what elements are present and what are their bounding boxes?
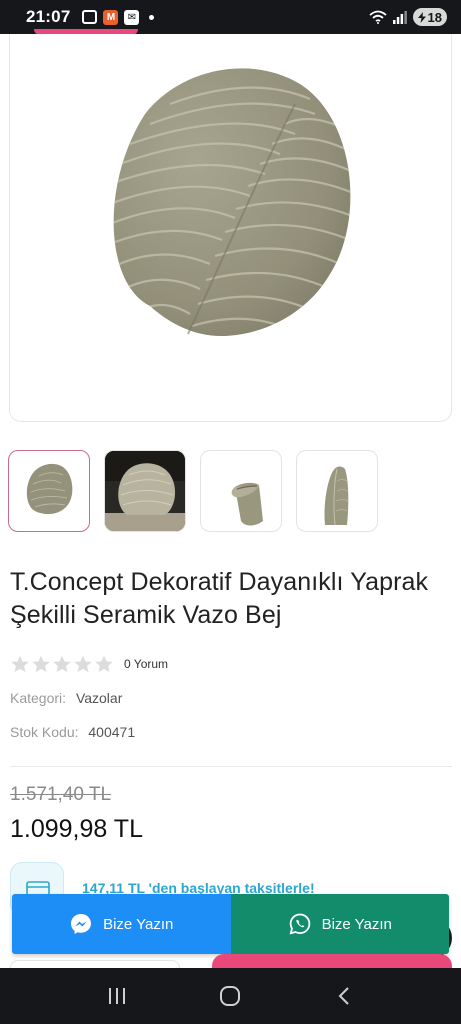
- messenger-chat-button[interactable]: Bize Yazın: [12, 894, 231, 954]
- review-count-link[interactable]: 0 Yorum: [124, 657, 168, 671]
- chat-bar: Bize Yazın Bize Yazın: [12, 894, 449, 954]
- home-button[interactable]: [210, 976, 250, 1016]
- battery-level: 18: [427, 9, 442, 25]
- back-icon: [338, 987, 349, 1005]
- recent-apps-button[interactable]: [97, 976, 137, 1016]
- category-label: Kategori: [10, 690, 63, 706]
- vase-image: [113, 68, 351, 337]
- add-to-cart-button[interactable]: [212, 954, 452, 968]
- recent-apps-icon: [108, 988, 125, 1004]
- message-icon: ✉: [124, 9, 140, 25]
- divider: [10, 766, 452, 767]
- thumbnail-angle-view[interactable]: [296, 450, 378, 532]
- thumbnail-image: [231, 482, 263, 526]
- thumbnail-front-view[interactable]: [8, 450, 90, 532]
- wifi-icon: [368, 10, 387, 24]
- product-main-image[interactable]: [9, 34, 452, 422]
- thumbnail-side-view[interactable]: [200, 450, 282, 532]
- signal-icon: [392, 11, 407, 24]
- old-price: 1.571,40 TL: [10, 784, 112, 805]
- star-icon: [11, 655, 29, 673]
- product-rating: 0 Yorum: [10, 654, 168, 674]
- thumbnail-image: [324, 466, 349, 526]
- screenshot-icon: [82, 10, 98, 24]
- star-icon: [53, 655, 71, 673]
- star-icon: [32, 655, 50, 673]
- installment-text[interactable]: 147,11 TL 'den başlayan taksitlerle!: [82, 880, 342, 894]
- app-m-icon: M: [103, 9, 119, 25]
- current-price: 1.099,98 TL: [10, 815, 143, 843]
- sku-value: 400471: [88, 724, 136, 740]
- whatsapp-icon: [289, 913, 310, 935]
- whatsapp-chat-button[interactable]: Bize Yazın: [230, 894, 449, 954]
- thumbnail-styled-view[interactable]: [104, 450, 186, 532]
- home-icon: [220, 986, 241, 1006]
- product-page: 21:07 M ✉ 18 T.Concept Dekoratif Dayanık…: [0, 0, 461, 1024]
- thumbnail-image: [105, 451, 185, 531]
- status-system-icons: 18: [368, 8, 447, 26]
- charging-icon: [417, 11, 426, 23]
- messenger-icon: [71, 914, 92, 934]
- sku-label: Stok Kodu: [10, 724, 75, 740]
- product-title: T.Concept Dekoratif Dayanıklı Yaprak Şek…: [10, 568, 429, 629]
- sku-row: Stok Kodu: 400471: [10, 724, 136, 740]
- thumbnail-image: [26, 463, 73, 514]
- status-notification-icons: M ✉: [82, 9, 155, 25]
- battery-indicator: 18: [412, 8, 447, 26]
- thumbnail-strip: [8, 450, 461, 532]
- whatsapp-label: Bize Yazın: [321, 915, 392, 933]
- quantity-selector[interactable]: [10, 960, 180, 968]
- back-button[interactable]: [324, 976, 364, 1016]
- category-link[interactable]: Vazolar: [76, 690, 122, 706]
- system-nav-bar: [0, 968, 461, 1024]
- messenger-label: Bize Yazın: [103, 915, 174, 933]
- more-notifications-icon: [149, 14, 155, 20]
- rating-stars[interactable]: [10, 654, 114, 674]
- status-time: 21:07: [26, 7, 71, 26]
- star-icon: [95, 655, 113, 673]
- star-icon: [74, 655, 92, 673]
- category-row: Kategori: Vazolar: [10, 690, 123, 706]
